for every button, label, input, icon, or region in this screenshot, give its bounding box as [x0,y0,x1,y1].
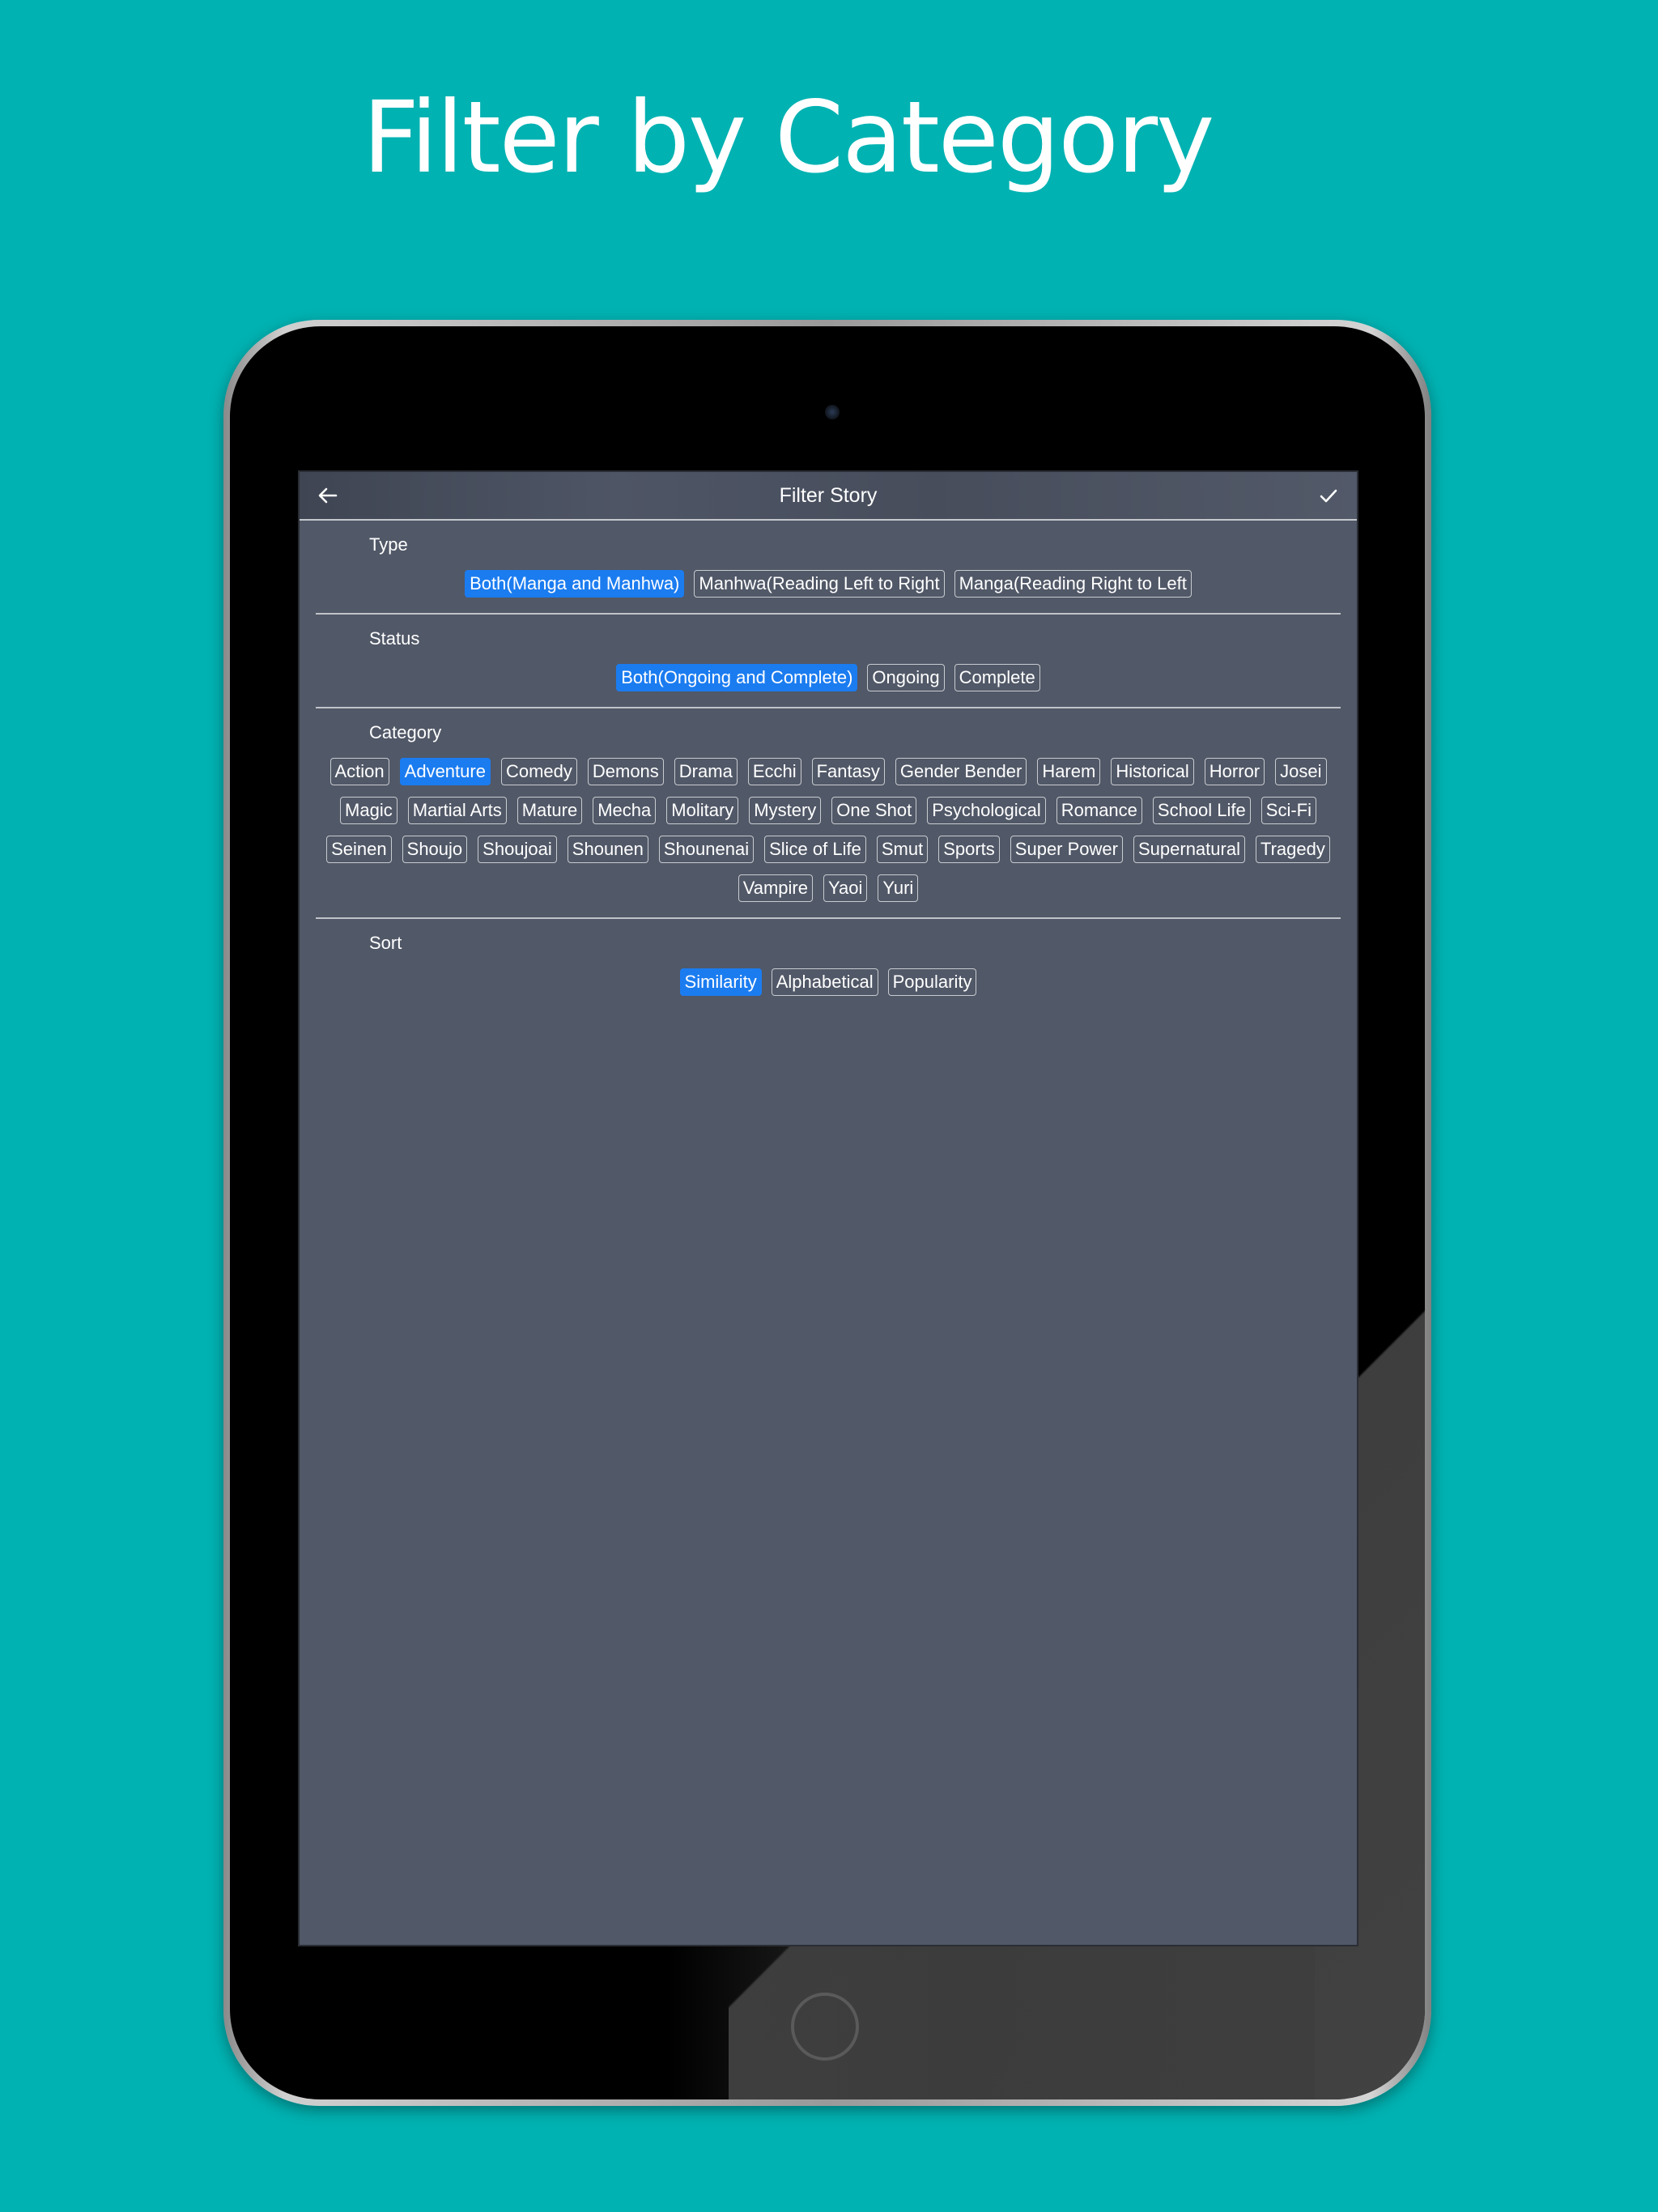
category-option-chip[interactable]: Adventure [399,758,491,785]
checkmark-icon[interactable] [1315,482,1342,509]
type-section: Type Both(Manga and Manhwa) Manhwa(Readin… [316,521,1341,615]
type-options: Both(Manga and Manhwa) Manhwa(Reading Lef… [316,556,1341,613]
type-option-chip[interactable]: Manga(Reading Right to Left [954,570,1192,598]
category-option-chip[interactable]: Shounen [567,836,648,863]
category-option-chip[interactable]: Harem [1037,758,1101,785]
category-option-chip[interactable]: Seinen [326,836,392,863]
category-option-chip[interactable]: Martial Arts [407,797,507,824]
status-option-chip[interactable]: Both(Ongoing and Complete) [616,664,858,691]
category-option-chip[interactable]: Supernatural [1133,836,1245,863]
category-option-chip[interactable]: Super Power [1010,836,1123,863]
category-option-chip[interactable]: One Shot [831,797,917,824]
status-option-chip[interactable]: Complete [954,664,1040,691]
category-option-chip[interactable]: Shoujo [402,836,468,863]
category-option-chip[interactable]: Magic [340,797,397,824]
category-option-chip[interactable]: Yaoi [823,874,868,902]
category-option-chip[interactable]: Mecha [593,797,657,824]
category-option-chip[interactable]: Smut [876,836,929,863]
section-label-status: Status [369,628,420,649]
category-option-chip[interactable]: Shoujoai [478,836,557,863]
category-option-chip[interactable]: Comedy [500,758,577,785]
sort-option-chip[interactable]: Similarity [679,968,762,996]
navigation-bar: Filter Story [300,472,1357,521]
type-option-chip[interactable]: Manhwa(Reading Left to Right [694,570,945,598]
home-button[interactable] [791,1993,859,2061]
page-title: Filter Story [779,484,878,507]
section-label-type: Type [369,534,408,555]
status-section: Status Both(Ongoing and Complete) Ongoing… [316,615,1341,708]
category-option-chip[interactable]: Demons [587,758,664,785]
category-option-chip[interactable]: Shounenai [658,836,755,863]
category-option-chip[interactable]: Mystery [749,797,822,824]
front-camera [825,405,840,419]
category-option-chip[interactable]: Drama [674,758,738,785]
category-option-chip[interactable]: Romance [1056,797,1142,824]
category-option-chip[interactable]: Ecchi [747,758,801,785]
category-section: Category Action Adventure Comedy Demons Dram… [316,708,1341,919]
category-option-chip[interactable]: Mature [517,797,583,824]
category-option-chip[interactable]: Sports [938,836,1000,863]
headline: Filter by Category [362,80,1215,195]
category-option-chip[interactable]: Molitary [666,797,739,824]
category-option-chip[interactable]: Tragedy [1255,836,1330,863]
category-option-chip[interactable]: Yuri [878,874,919,902]
category-option-chip[interactable]: Horror [1204,758,1265,785]
section-label-category: Category [369,722,442,742]
category-option-chip[interactable]: Sci-Fi [1261,797,1316,824]
category-option-chip[interactable]: Action [329,758,389,785]
category-option-chip[interactable]: Vampire [738,874,813,902]
category-option-chip[interactable]: School Life [1152,797,1251,824]
category-options: Action Adventure Comedy Demons Drama Ecchi Fan… [316,744,1341,917]
type-option-chip[interactable]: Both(Manga and Manhwa) [465,570,685,598]
category-option-chip[interactable]: Historical [1111,758,1194,785]
category-option-chip[interactable]: Fantasy [811,758,885,785]
sort-option-chip[interactable]: Alphabetical [771,968,878,996]
section-label-sort: Sort [369,933,402,953]
sort-section: Sort Similarity Alphabetical Popularity [316,919,1341,1011]
status-option-chip[interactable]: Ongoing [867,664,945,691]
category-option-chip[interactable]: Josei [1275,758,1327,785]
sort-option-chip[interactable]: Popularity [887,968,977,996]
sort-options: Similarity Alphabetical Popularity [316,955,1341,1011]
category-option-chip[interactable]: Slice of Life [764,836,866,863]
app-screen: Filter Story Type Both(Manga and Manhwa)… [300,472,1357,1945]
category-option-chip[interactable]: Psychological [927,797,1046,824]
status-options: Both(Ongoing and Complete) Ongoing Complet… [316,650,1341,707]
category-option-chip[interactable]: Gender Bender [895,758,1027,785]
